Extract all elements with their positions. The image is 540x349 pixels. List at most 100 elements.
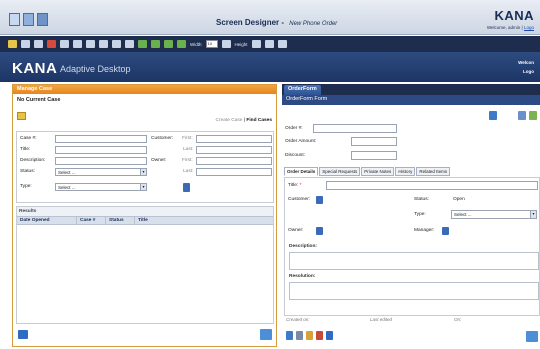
order-subtabs: Order Details Special Requests Private N… [284,167,451,176]
description-textarea[interactable] [289,252,539,270]
height-apply-icon[interactable] [264,40,274,48]
customer-first-input[interactable] [196,135,272,143]
distribute-icon[interactable] [125,40,134,48]
owner-first-input[interactable] [196,157,272,165]
width-input[interactable]: 10 [205,40,218,48]
order-no-input[interactable] [313,124,397,133]
align-left-icon[interactable] [86,40,95,48]
phone-icon[interactable] [37,13,48,26]
detail-title-label: Title: * [288,183,302,188]
product-name: Adaptive Desktop [60,64,131,74]
customer-last-input[interactable] [196,146,272,154]
create-case-link[interactable]: Create Case [216,118,243,123]
forward-icon[interactable] [489,111,497,120]
detail-status-value: Open [453,197,465,202]
edit-icon[interactable] [306,331,313,340]
search-binoculars-icon[interactable] [183,183,190,192]
detail-type-label: Type: [414,212,426,217]
detail-title-input[interactable] [326,181,538,190]
layout-icon[interactable] [60,40,69,48]
logout-link[interactable]: Logo [524,25,534,30]
arrow-up-icon[interactable] [138,40,147,48]
order-amount-input[interactable] [351,137,397,146]
manage-case-header: Manage Case [13,85,276,94]
order-no-label: Order #: [285,126,303,131]
owner-lookup-icon[interactable] [316,227,323,235]
grid-icon[interactable] [73,40,82,48]
owner-last-input[interactable] [196,168,272,176]
image-icon[interactable] [277,40,287,48]
case-no-label: Case #: [20,136,37,141]
pin-icon[interactable] [21,40,30,48]
resolution-textarea[interactable] [289,282,539,300]
owner-first-label: First: [182,158,193,163]
owner-label: Owner: [151,158,167,163]
column-status[interactable]: Status [106,217,135,224]
chevron-down-icon: ▾ [140,169,146,175]
tab-history[interactable]: History [395,167,416,176]
customer-first-label: First: [182,136,193,141]
undo-icon[interactable] [316,331,323,340]
save-icon[interactable] [286,331,293,340]
align-right-icon[interactable] [112,40,121,48]
status-select[interactable]: Select ... ▾ [55,168,147,176]
title-label: Title: [20,147,31,152]
width-apply-icon[interactable] [221,40,231,48]
refresh-icon[interactable] [529,111,537,120]
results-title: Results [17,207,273,216]
app-title: Screen Designer - New Phone Order [216,18,338,27]
tab-order-form[interactable]: OrderForm [284,85,321,95]
order-amount-label: Order Amount: [285,139,317,144]
edited-on-label: On: [454,317,462,322]
discount-label: Discount: [285,153,305,158]
folder-icon[interactable] [17,112,26,120]
designer-toolbar: Width 10 Height [0,36,540,52]
chat-icon[interactable] [260,329,272,340]
height-label: Height [234,41,248,47]
document-icon[interactable] [518,111,526,120]
tab-special-requests[interactable]: Special Requests [319,167,361,176]
delete-icon[interactable] [47,40,56,48]
case-no-input[interactable] [55,135,147,143]
brand-bar: KANA Adaptive Desktop Welcon Logo [0,52,540,82]
align-center-icon[interactable] [99,40,108,48]
tab-related-items[interactable]: Related Items [416,167,451,176]
app-header: Screen Designer - New Phone Order KANA W… [0,0,540,35]
manager-lookup-icon[interactable] [442,227,449,235]
detail-customer-label: Customer: [288,197,311,202]
find-cases-link[interactable]: Find Cases [246,118,272,123]
column-case-no[interactable]: Case # [77,217,106,224]
kana-logo: KANA [12,60,58,77]
designer-icon[interactable] [9,13,20,26]
detail-type-select[interactable]: Select ... ▾ [451,210,537,219]
tab-private-notes[interactable]: Private Notes [361,167,395,176]
description-input[interactable] [55,157,147,165]
customer-lookup-icon[interactable] [316,196,323,204]
app-subtitle: New Phone Order [289,21,338,27]
resolution-section-label: Resolution: [289,274,316,279]
arrow-down-icon[interactable] [151,40,160,48]
chat-icon[interactable] [526,331,538,342]
order-form-footer [286,331,333,340]
discount-input[interactable] [351,151,397,160]
brand-logout-link[interactable]: Logo [523,69,534,74]
case-links: Create Case | Find Cases [215,118,272,123]
type-select[interactable]: Select ... ▾ [55,183,147,191]
next-icon[interactable] [326,331,333,340]
chevron-down-icon: ▾ [140,184,146,190]
column-title[interactable]: Title [135,217,273,224]
title-input[interactable] [55,146,147,154]
manage-case-panel: Manage Case No Current Case Create Case … [12,84,277,347]
current-case-label: No Current Case [17,97,61,103]
arrow-right-icon[interactable] [177,40,186,48]
order-form-panel: OrderForm OrderForm Form Order #: Order … [282,84,540,347]
save-icon[interactable] [23,13,34,26]
tab-order-details[interactable]: Order Details [284,167,319,176]
sparkle-icon[interactable] [8,40,17,48]
case-action-icon[interactable] [18,330,28,339]
trash-icon[interactable] [296,331,303,340]
copy-icon[interactable] [34,40,43,48]
arrow-left-icon[interactable] [164,40,173,48]
column-date-opened[interactable]: Date Opened [17,217,77,224]
height-icon[interactable] [251,40,261,48]
